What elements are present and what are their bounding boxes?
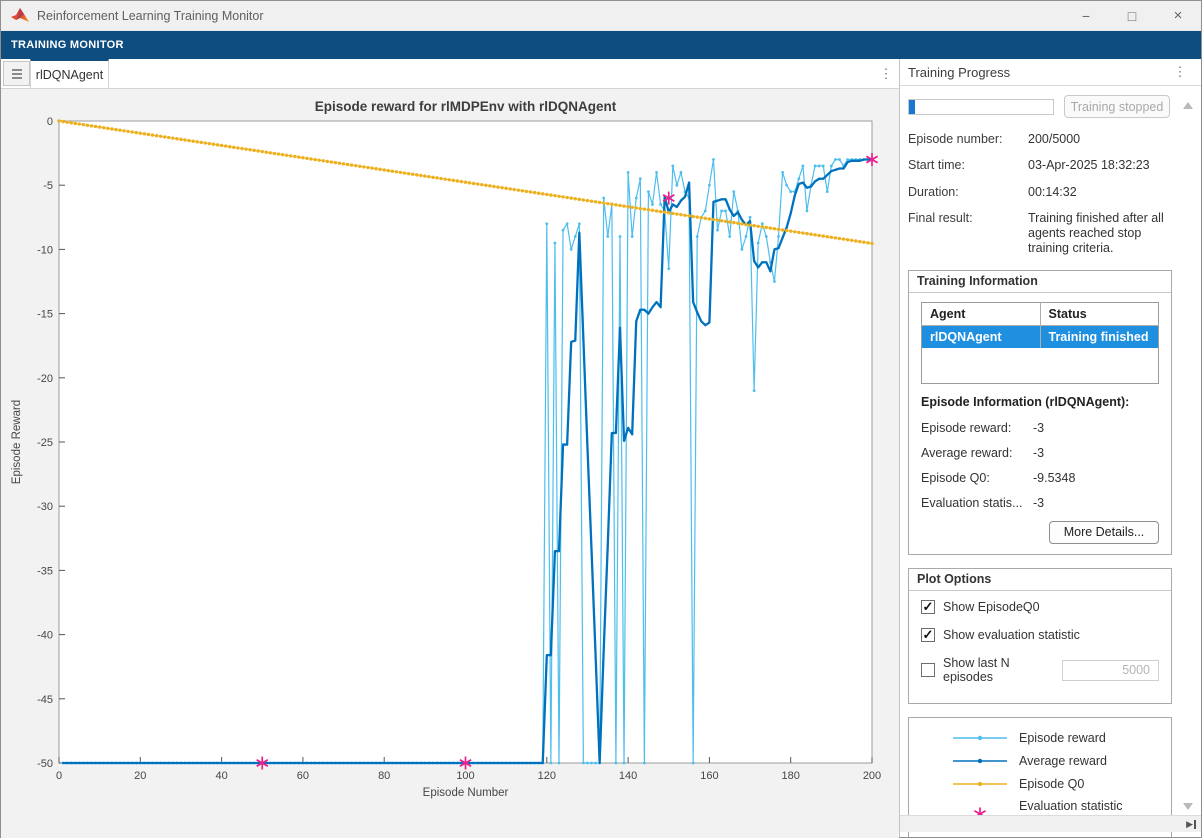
panel-title: Training Progress [908,65,1010,80]
show-episodeq0-label: Show EpisodeQ0 [943,600,1040,614]
svg-text:-10: -10 [37,244,53,256]
agent-cell[interactable]: rlDQNAgent [922,325,1041,348]
svg-text:140: 140 [619,770,637,782]
evaluation-statistic-label: Evaluation statis... [921,496,1033,510]
svg-text:60: 60 [297,770,309,782]
average-reward-label: Average reward: [921,446,1033,460]
document-tabstrip: rlDQNAgent ⋮ [1,59,899,89]
duration-value: 00:14:32 [1028,185,1184,200]
svg-text:-15: -15 [37,309,53,321]
status-cell[interactable]: Training finished [1040,325,1159,348]
horizontal-scrollbar[interactable]: ▶ [900,815,1201,832]
show-last-n-episodes-label: Show last N episodes [943,656,1062,684]
minimize-icon[interactable]: − [1063,1,1109,30]
panel-body: Training stopped Episode number: 200/500… [900,86,1201,837]
scroll-up-icon[interactable] [1183,102,1193,109]
svg-text:-50: -50 [37,758,53,770]
start-time-label: Start time: [908,158,1028,173]
maximize-icon[interactable]: □ [1109,1,1155,30]
last-n-episodes-input[interactable] [1062,660,1159,681]
final-result-label: Final result: [908,211,1028,257]
svg-text:0: 0 [56,770,62,782]
titlebar: Reinforcement Learning Training Monitor … [1,1,1201,31]
episode-reward-label: Episode reward: [921,421,1033,435]
show-episodeq0-checkbox[interactable] [921,600,935,614]
training-stopped-button[interactable]: Training stopped [1064,95,1170,118]
toolstrip: TRAINING MONITOR [1,31,1201,59]
svg-text:40: 40 [215,770,227,782]
final-result-value: Training finished after all agents reach… [1028,211,1184,257]
plot-options-section: Plot Options Show EpisodeQ0 Show evaluat… [908,568,1172,704]
episode-reward-plot: 0 20 40 60 80 100 120 140 160 180 200 0 -5 -10 -15 -20 -… [1,89,899,838]
svg-text:Episode Number: Episode Number [423,787,509,799]
svg-text:200: 200 [863,770,881,782]
show-evaluation-statistic-checkbox[interactable] [921,628,935,642]
svg-text:0: 0 [47,116,53,128]
progress-fill [909,100,915,114]
training-progress-panel: Training Progress ⋮ Training stopped Epi… [900,59,1201,837]
agent-status-table: Agent Status rlDQNAgent Training finishe… [921,302,1159,385]
tabstrip-menu-icon[interactable]: ⋮ [873,59,899,88]
line-marker-icon [951,730,1009,746]
line-marker-icon [951,776,1009,792]
episode-q0-label: Episode Q0: [921,471,1033,485]
show-last-n-episodes-checkbox[interactable] [921,663,935,677]
panel-header: Training Progress ⋮ [900,59,1201,86]
training-progress-bar [908,99,1054,115]
episode-information-title: Episode Information (rlDQNAgent): [921,395,1159,409]
episode-q0-value: -9.5348 [1033,471,1075,485]
tab-rldqnagent[interactable]: rlDQNAgent [30,59,109,88]
scroll-down-icon[interactable] [1183,803,1193,810]
window-controls: − □ × [1063,1,1201,30]
svg-text:180: 180 [782,770,800,782]
legend-item: Average reward [951,753,1171,769]
plot-options-title: Plot Options [909,569,1171,591]
skip-end-icon[interactable]: ▶ [1186,820,1196,829]
episode-number-value: 200/5000 [1028,132,1184,147]
legend-item: Episode reward [951,730,1171,746]
svg-text:100: 100 [456,770,474,782]
evaluation-statistic-value: -3 [1033,496,1044,510]
svg-text:-30: -30 [37,501,53,513]
table-row[interactable]: rlDQNAgent Training finished [922,325,1159,348]
close-icon[interactable]: × [1155,1,1201,30]
training-chart: 0 20 40 60 80 100 120 140 160 180 200 0 -5 -10 -15 -20 -… [1,89,899,838]
matlab-icon [11,8,29,24]
toolstrip-tab-training-monitor[interactable]: TRAINING MONITOR [11,39,124,51]
legend-label: Episode reward [1019,731,1159,746]
svg-text:Episode reward for rlMDPEnv wi: Episode reward for rlMDPEnv with rlDQNAg… [315,99,617,114]
start-time-value: 03-Apr-2025 18:32:23 [1028,158,1184,173]
svg-text:-5: -5 [43,180,53,192]
legend-label: Average reward [1019,754,1159,769]
duration-label: Duration: [908,185,1028,200]
line-marker-icon [951,753,1009,769]
window-title: Reinforcement Learning Training Monitor [37,9,264,23]
training-information-section: Training Information Agent Status rlDQNA… [908,270,1172,556]
more-details-button[interactable]: More Details... [1049,521,1159,544]
svg-text:20: 20 [134,770,146,782]
document-grid-icon[interactable] [3,61,30,86]
legend-label: Episode Q0 [1019,777,1159,792]
document-area: rlDQNAgent ⋮ 0 20 40 60 80 100 120 140 160 180 200… [1,59,900,837]
average-reward-value: -3 [1033,446,1044,460]
svg-text:-45: -45 [37,694,53,706]
svg-text:-20: -20 [37,373,53,385]
svg-text:Episode Reward: Episode Reward [11,400,23,484]
app-window: Reinforcement Learning Training Monitor … [0,0,1202,838]
svg-text:120: 120 [538,770,556,782]
episode-number-label: Episode number: [908,132,1028,147]
episode-reward-value: -3 [1033,421,1044,435]
svg-text:80: 80 [378,770,390,782]
training-information-title: Training Information [909,271,1171,293]
panel-menu-icon[interactable]: ⋮ [1167,64,1193,80]
show-evaluation-statistic-label: Show evaluation statistic [943,628,1080,642]
svg-text:160: 160 [700,770,718,782]
legend-item: Episode Q0 [951,776,1171,792]
status-column-header: Status [1040,302,1159,325]
svg-text:-35: -35 [37,565,53,577]
agent-column-header: Agent [922,302,1041,325]
svg-text:-40: -40 [37,630,53,642]
svg-text:-25: -25 [37,437,53,449]
